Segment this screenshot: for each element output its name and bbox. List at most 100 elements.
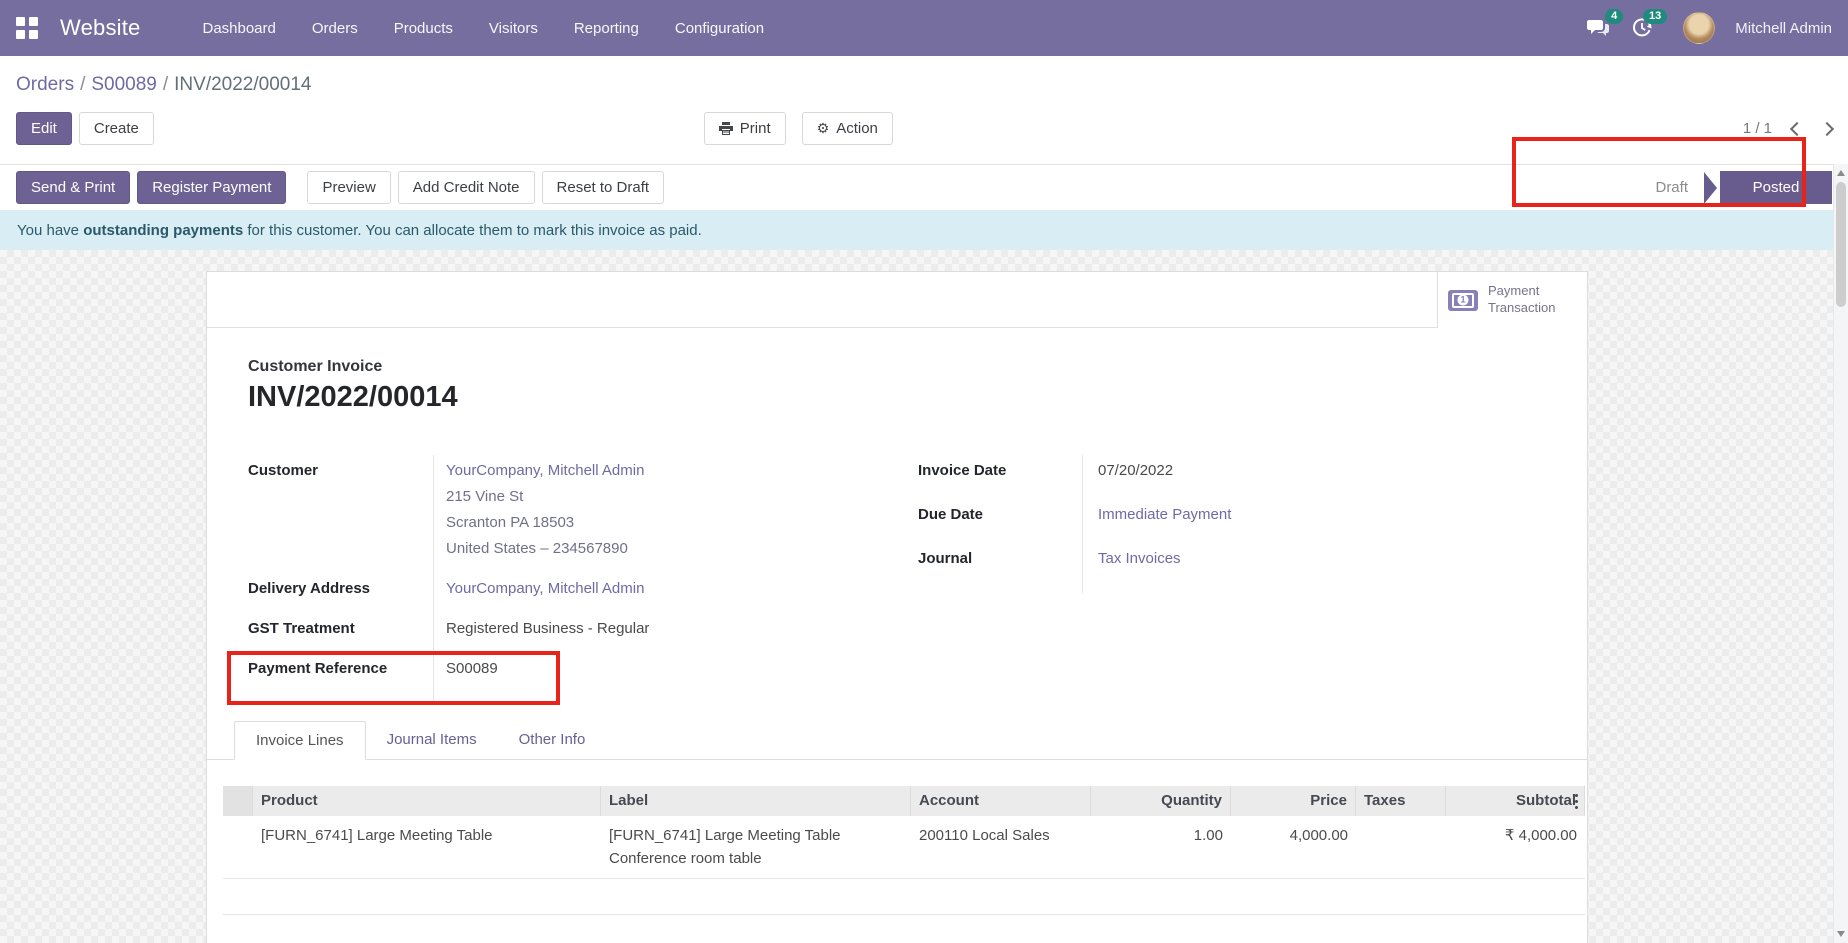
payment-reference-value: S00089 [433, 656, 498, 682]
row-quantity-cell: 1.00 [1091, 816, 1231, 878]
messages-icon[interactable]: 4 [1581, 13, 1615, 43]
breadcrumb-current: INV/2022/00014 [174, 74, 311, 95]
table-header-row: Product Label Account Quantity Price Tax… [223, 786, 1585, 816]
column-header-price[interactable]: Price [1231, 786, 1356, 816]
journal-label: Journal [918, 546, 1082, 572]
form-statusbar: Send & Print Register Payment Preview Ad… [0, 164, 1848, 210]
customer-address-line: United States – 234567890 [446, 536, 644, 562]
breadcrumb-orders[interactable]: Orders [16, 74, 74, 95]
notebook-tabs: Invoice Lines Journal Items Other Info [207, 720, 1587, 760]
activities-badge: 13 [1643, 9, 1667, 24]
add-credit-note-button[interactable]: Add Credit Note [398, 171, 535, 204]
tab-journal-items[interactable]: Journal Items [366, 721, 498, 760]
row-product-cell: [FURN_6741] Large Meeting Table [253, 816, 601, 878]
tab-other-info[interactable]: Other Info [498, 721, 607, 760]
messages-badge: 4 [1605, 9, 1623, 24]
invoice-sheet: Payment Transaction Customer Invoice INV… [206, 271, 1588, 943]
screen: Website Dashboard Orders Products Visito… [0, 0, 1848, 943]
button-box-row: Payment Transaction [207, 272, 1587, 328]
optional-columns-icon[interactable] [1575, 800, 1578, 803]
user-menu[interactable]: Mitchell Admin [1735, 20, 1832, 37]
register-payment-button[interactable]: Register Payment [137, 171, 286, 204]
status-widget: Draft Posted [1655, 171, 1832, 204]
menu-configuration[interactable]: Configuration [661, 12, 778, 45]
create-button[interactable]: Create [79, 112, 154, 145]
menu-products[interactable]: Products [380, 12, 467, 45]
customer-link[interactable]: YourCompany, Mitchell Admin [446, 458, 644, 484]
banner-text-bold: outstanding payments [83, 222, 243, 239]
delivery-address-link[interactable]: YourCompany, Mitchell Admin [446, 580, 644, 597]
menu-visitors[interactable]: Visitors [475, 12, 552, 45]
pager-count: 1 / 1 [1743, 120, 1772, 137]
breadcrumb: Orders/S00089/INV/2022/00014 [16, 56, 1832, 96]
field-journal: Journal Tax Invoices [918, 546, 1587, 572]
banner-text-prefix: You have [17, 222, 83, 239]
due-date-link[interactable]: Immediate Payment [1098, 506, 1231, 523]
customer-address-line: 215 Vine St [446, 484, 644, 510]
action-button[interactable]: ⚙ Action [802, 112, 893, 145]
scrollbar-up-arrow[interactable] [1837, 170, 1845, 176]
column-header-account[interactable]: Account [911, 786, 1091, 816]
control-panel-buttons-row: Edit Create Print ⚙ Action 1 / 1 [16, 112, 1832, 145]
sheet-body: Customer Invoice INV/2022/00014 Customer… [207, 358, 1587, 696]
edit-button[interactable]: Edit [16, 112, 72, 145]
main-menu: Dashboard Orders Products Visitors Repor… [188, 12, 778, 45]
subtotal-header-label: Subtotal [1516, 792, 1576, 809]
pager: 1 / 1 [1743, 120, 1832, 137]
status-draft[interactable]: Draft [1655, 179, 1688, 196]
stat-button-line2: Transaction [1488, 300, 1555, 315]
scrollbar-down-arrow[interactable] [1837, 931, 1845, 937]
breadcrumb-separator: / [157, 74, 174, 95]
column-header-product[interactable]: Product [253, 786, 601, 816]
customer-address-line: Scranton PA 18503 [446, 510, 644, 536]
table-row[interactable]: [FURN_6741] Large Meeting Table [FURN_67… [223, 816, 1585, 879]
tab-invoice-lines[interactable]: Invoice Lines [234, 721, 366, 760]
column-header-label[interactable]: Label [601, 786, 911, 816]
column-header-quantity[interactable]: Quantity [1091, 786, 1231, 816]
print-button[interactable]: Print [704, 112, 786, 145]
pager-next-icon[interactable] [1820, 121, 1834, 135]
invoice-lines-table: Product Label Account Quantity Price Tax… [223, 786, 1585, 915]
breadcrumb-sale-order[interactable]: S00089 [91, 74, 157, 95]
scrollbar-thumb[interactable] [1836, 182, 1846, 307]
activities-clock-icon[interactable]: 13 [1625, 13, 1659, 43]
field-customer: Customer YourCompany, Mitchell Admin 215… [248, 458, 918, 562]
vertical-scrollbar[interactable] [1833, 164, 1848, 943]
app-name[interactable]: Website [60, 15, 140, 41]
edit-create-group: Edit Create [16, 112, 154, 145]
reset-to-draft-button[interactable]: Reset to Draft [542, 171, 665, 204]
user-avatar[interactable] [1683, 12, 1715, 44]
field-delivery-address: Delivery Address YourCompany, Mitchell A… [248, 576, 918, 602]
status-posted[interactable]: Posted [1720, 171, 1832, 204]
form-view-content: Payment Transaction Customer Invoice INV… [0, 250, 1848, 943]
row-price-cell: 4,000.00 [1231, 816, 1356, 878]
delivery-address-label: Delivery Address [248, 576, 433, 602]
gst-treatment-label: GST Treatment [248, 616, 433, 642]
menu-orders[interactable]: Orders [298, 12, 372, 45]
customer-label: Customer [248, 458, 433, 562]
row-handle-cell [223, 816, 253, 878]
payment-reference-label: Payment Reference [248, 656, 433, 682]
send-print-button[interactable]: Send & Print [16, 171, 130, 204]
banner-text-suffix: for this customer. You can allocate them… [243, 222, 702, 239]
column-header-taxes[interactable]: Taxes [1356, 786, 1446, 816]
breadcrumb-separator: / [74, 74, 91, 95]
field-invoice-date: Invoice Date 07/20/2022 [918, 458, 1587, 484]
field-separator-line [433, 455, 434, 701]
navbar-systray: 4 13 Mitchell Admin [1581, 12, 1832, 44]
statusbar-buttons: Send & Print Register Payment Preview Ad… [16, 171, 664, 204]
invoice-date-value: 07/20/2022 [1082, 458, 1173, 484]
action-label: Action [836, 120, 878, 137]
top-navbar: Website Dashboard Orders Products Visito… [0, 0, 1848, 56]
menu-dashboard[interactable]: Dashboard [188, 12, 289, 45]
status-arrow-icon [1704, 172, 1717, 204]
fields-right-column: Invoice Date 07/20/2022 Due Date Immedia… [918, 458, 1587, 696]
column-header-subtotal[interactable]: Subtotal [1446, 786, 1585, 816]
apps-grid-icon[interactable] [16, 17, 38, 39]
pager-previous-icon[interactable] [1790, 121, 1804, 135]
preview-button[interactable]: Preview [307, 171, 390, 204]
payment-transaction-button[interactable]: Payment Transaction [1437, 272, 1587, 328]
gst-treatment-value: Registered Business - Regular [433, 616, 649, 642]
journal-link[interactable]: Tax Invoices [1098, 550, 1181, 567]
menu-reporting[interactable]: Reporting [560, 12, 653, 45]
